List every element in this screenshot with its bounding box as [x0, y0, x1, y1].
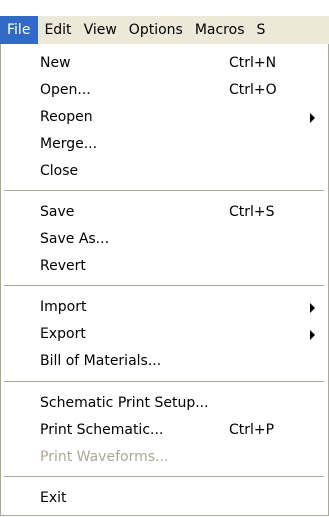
menu-item-label: Revert [40, 258, 86, 274]
menu-item-shortcut: Ctrl+N [229, 55, 277, 71]
menu-item-reopen[interactable]: Reopen [1, 105, 328, 132]
window-top-strip [0, 0, 329, 16]
menu-separator [4, 381, 324, 382]
menu-item-open[interactable]: Open... Ctrl+O [1, 78, 328, 105]
menu-separator [4, 190, 324, 191]
menu-item-print-waveforms: Print Waveforms... [1, 445, 328, 472]
submenu-arrow-icon [310, 113, 315, 123]
menu-item-print-setup[interactable]: Schematic Print Setup... [1, 391, 328, 418]
menu-item-print-schematic[interactable]: Print Schematic... Ctrl+P [1, 418, 328, 445]
menu-item-shortcut: Ctrl+S [229, 204, 275, 220]
menu-item-bill-of-materials[interactable]: Bill of Materials... [1, 349, 328, 376]
menu-macros[interactable]: Macros [189, 16, 251, 44]
menu-item-label: Close [40, 163, 79, 179]
menu-item-label: Export [40, 326, 86, 342]
menu-item-save-as[interactable]: Save As... [1, 227, 328, 254]
submenu-arrow-icon [310, 303, 315, 313]
app-window: File Edit View Options Macros S New Ctrl… [0, 0, 329, 517]
menu-item-label: Save As... [40, 231, 110, 247]
menu-item-label: Open... [40, 82, 91, 98]
menu-item-label: New [40, 55, 71, 71]
submenu-arrow-icon [310, 330, 315, 340]
menu-item-shortcut: Ctrl+P [229, 422, 275, 438]
menu-item-label: Bill of Materials... [40, 353, 162, 369]
menu-view[interactable]: View [78, 16, 123, 44]
menubar: File Edit View Options Macros S [0, 16, 329, 44]
menu-file[interactable]: File [0, 16, 39, 44]
menu-item-save[interactable]: Save Ctrl+S [1, 200, 328, 227]
menu-edit[interactable]: Edit [38, 16, 77, 44]
menu-item-label: Print Waveforms... [40, 449, 169, 465]
menu-s-truncated[interactable]: S [251, 16, 272, 44]
menu-item-new[interactable]: New Ctrl+N [1, 51, 328, 78]
menu-item-label: Schematic Print Setup... [40, 395, 209, 411]
menu-item-label: Exit [40, 490, 67, 506]
menu-item-label: Print Schematic... [40, 422, 164, 438]
menu-item-label: Import [40, 299, 87, 315]
menu-item-label: Merge... [40, 136, 98, 152]
menu-item-exit[interactable]: Exit [1, 486, 328, 513]
menu-item-export[interactable]: Export [1, 322, 328, 349]
menu-item-import[interactable]: Import [1, 295, 328, 322]
menu-separator [4, 285, 324, 286]
menu-item-revert[interactable]: Revert [1, 254, 328, 281]
menu-options[interactable]: Options [123, 16, 189, 44]
file-menu-dropdown: New Ctrl+N Open... Ctrl+O Reopen Merge..… [0, 44, 329, 516]
menu-item-shortcut: Ctrl+O [229, 82, 277, 98]
menu-separator [4, 476, 324, 477]
menu-item-label: Reopen [40, 109, 93, 125]
menu-item-close[interactable]: Close [1, 159, 328, 186]
menu-item-merge[interactable]: Merge... [1, 132, 328, 159]
menu-item-label: Save [40, 204, 75, 220]
